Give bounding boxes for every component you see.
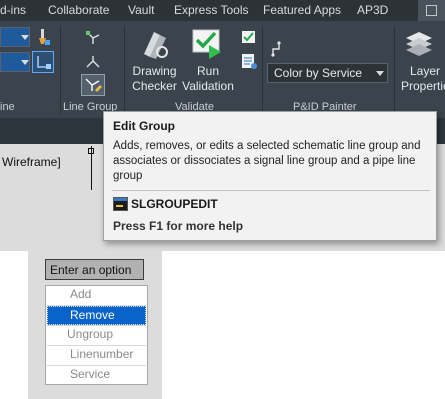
layer-properties-button[interactable]: Layer Properties	[400, 64, 445, 94]
button-label: Checker	[132, 79, 177, 93]
tab-express-tools[interactable]: Express Tools	[174, 3, 248, 17]
button-label: Layer	[410, 64, 441, 78]
option-label: Ungroup	[67, 327, 114, 341]
tab-vault[interactable]: Vault	[128, 3, 154, 17]
panel-separator	[262, 26, 263, 114]
chevron-down-icon	[376, 71, 384, 76]
panel-label-line: ine	[0, 101, 15, 113]
option-label: Add	[70, 287, 92, 301]
option-label: Service	[70, 367, 111, 381]
prompt-label: Enter an option	[50, 263, 132, 277]
drawing-checker-icon[interactable]	[138, 26, 172, 60]
menu-option-remove[interactable]: Remove	[47, 306, 146, 325]
tooltip-title: Edit Group	[113, 119, 175, 133]
button-label: Validation	[182, 79, 234, 93]
panel-separator	[60, 26, 61, 114]
option-label: Linenumber	[70, 347, 134, 361]
color-by-service-combo[interactable]: Color by Service	[267, 63, 388, 83]
tooltip-command-name: SLGROUPEDIT	[131, 197, 218, 211]
edit-group-icon[interactable]	[81, 74, 105, 96]
tab-overflow[interactable]	[418, 0, 445, 21]
tooltip-description: Adds, removes, or edits a selected schem…	[113, 140, 421, 182]
linetype-combo[interactable]	[0, 27, 30, 47]
chevron-down-icon	[21, 60, 29, 65]
option-menu: Add Remove Ungroup Linenumber Service	[45, 285, 148, 385]
lineweight-combo[interactable]	[0, 52, 30, 72]
paint-brush-icon[interactable]	[34, 27, 52, 47]
crosshair-pickbox	[88, 148, 94, 154]
tooltip-help-hint: Press F1 for more help	[113, 219, 244, 233]
line-group-select-icon[interactable]	[84, 53, 102, 71]
tab-collaborate[interactable]: Collaborate	[48, 3, 109, 17]
menu-option-linenumber[interactable]: Linenumber	[47, 346, 146, 365]
tab-ap3d[interactable]: AP3D	[357, 3, 388, 17]
menu-option-service[interactable]: Service	[47, 366, 146, 385]
run-validation-icon[interactable]	[191, 27, 225, 59]
button-label: Drawing	[132, 64, 177, 78]
enter-option-prompt: Enter an option	[45, 259, 144, 280]
painter-tool-icon[interactable]	[270, 40, 288, 58]
button-label: Run	[196, 64, 219, 78]
combo-value: Color by Service	[274, 66, 363, 80]
panel-separator	[394, 26, 395, 114]
window-icon	[426, 5, 437, 16]
menu-option-ungroup[interactable]: Ungroup	[47, 326, 146, 345]
command-line-icon	[113, 197, 128, 211]
menu-option-add[interactable]: Add	[47, 286, 146, 305]
tab-addins[interactable]: d-ins	[0, 3, 26, 17]
corner-tool-icon[interactable]	[32, 51, 54, 73]
line-group-add-icon[interactable]	[84, 29, 102, 47]
validation-settings-icon[interactable]	[240, 28, 258, 46]
run-validation-button[interactable]: Run Validation	[180, 64, 236, 94]
layer-properties-icon[interactable]	[402, 26, 436, 60]
validation-report-icon[interactable]	[240, 52, 258, 70]
tooltip-divider	[112, 190, 430, 191]
chevron-down-icon	[21, 35, 29, 40]
viewport-style-label[interactable]: Wireframe]	[2, 155, 61, 169]
option-label: Remove	[70, 308, 115, 322]
panel-separator	[124, 26, 125, 114]
drawing-checker-button[interactable]: Drawing Checker	[127, 64, 182, 94]
button-label: Properties	[401, 79, 445, 93]
tab-featured-apps[interactable]: Featured Apps	[263, 3, 341, 17]
edit-group-tooltip: Edit Group Adds, removes, or edits a sel…	[103, 111, 437, 241]
